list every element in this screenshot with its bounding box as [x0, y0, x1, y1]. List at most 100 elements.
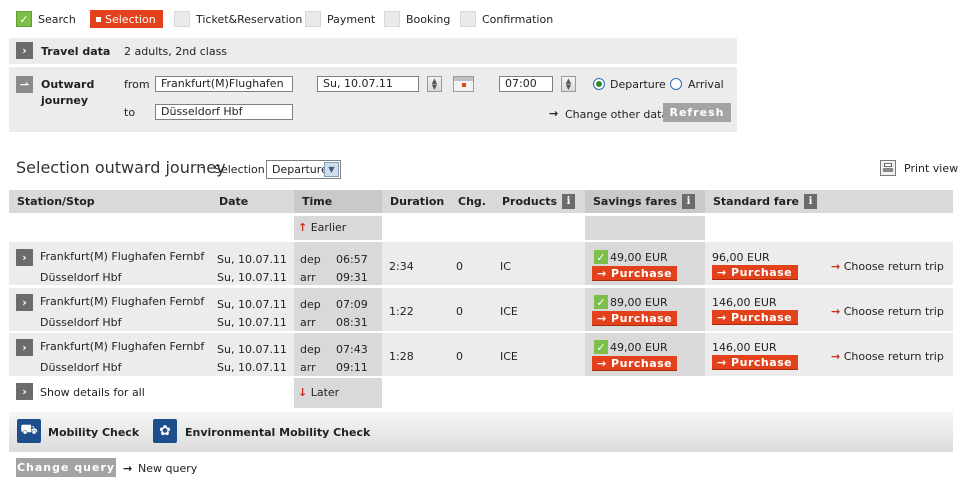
- calendar-icon[interactable]: [453, 76, 474, 92]
- product: ICE: [500, 305, 518, 318]
- printer-icon[interactable]: [880, 160, 896, 176]
- time-stepper-icon[interactable]: ▲ ▼: [561, 76, 576, 92]
- step-selection-active: Selection: [90, 10, 163, 28]
- check-icon: ✓: [594, 340, 608, 354]
- standard-price: 146,00 EUR: [712, 296, 777, 309]
- print-view-link[interactable]: Print view: [904, 162, 958, 175]
- date-stepper-icon[interactable]: ▲ ▼: [427, 76, 442, 92]
- arrow-right-icon: →: [717, 310, 732, 324]
- col-products-label: Products: [502, 195, 558, 208]
- arrow-right-icon: →: [597, 356, 612, 370]
- row-from: Frankfurt(M) Flughafen Fernbf: [40, 340, 205, 353]
- table-row: [9, 242, 953, 285]
- env-mobility-check-link[interactable]: Environmental Mobility Check: [185, 426, 370, 439]
- step-selection: Selection: [90, 10, 163, 28]
- product: ICE: [500, 350, 518, 363]
- changes: 0: [456, 260, 463, 273]
- col-duration-label: Duration: [390, 195, 445, 208]
- savings-purchase-button[interactable]: → Purchase: [592, 311, 677, 326]
- mobility-check-link[interactable]: Mobility Check: [48, 426, 139, 439]
- choose-return-link[interactable]: → Choose return trip: [831, 260, 944, 273]
- col-station-label: Station/Stop: [17, 195, 95, 208]
- chevron-right-icon[interactable]: ›: [16, 339, 33, 356]
- step-confirmation-label: Confirmation: [482, 12, 554, 26]
- show-details-link[interactable]: Show details for all: [40, 386, 145, 399]
- standard-purchase-button[interactable]: → Purchase: [712, 355, 798, 370]
- train-icon: ⇀: [16, 76, 33, 93]
- standard-purchase-button[interactable]: → Purchase: [712, 265, 798, 280]
- col-standard: Standard fare i: [705, 190, 953, 213]
- standard-price: 146,00 EUR: [712, 341, 777, 354]
- to-label: to: [124, 106, 136, 119]
- new-query-link[interactable]: New query: [138, 462, 197, 475]
- arrow-right-icon: →: [831, 260, 841, 273]
- savings-purchase-button[interactable]: → Purchase: [592, 266, 677, 281]
- step-confirmation: Confirmation: [460, 10, 553, 28]
- arr-time: 09:11: [336, 361, 368, 374]
- col-savings: Savings fares i: [585, 190, 705, 213]
- outward-label-line1: Outward: [41, 78, 95, 91]
- arr-label: arr: [300, 271, 316, 284]
- change-query-button[interactable]: Change query: [16, 458, 116, 477]
- info-icon[interactable]: i: [682, 194, 696, 209]
- arr-label: arr: [300, 361, 316, 374]
- time-input[interactable]: 07:00: [499, 76, 553, 92]
- choose-return-label: Choose return trip: [843, 350, 944, 363]
- choose-return-link[interactable]: → Choose return trip: [831, 350, 944, 363]
- col-chg: Chg.: [450, 190, 494, 213]
- step-payment: Payment: [305, 10, 375, 28]
- purchase-label: Purchase: [731, 310, 793, 324]
- row-date-dep: Su, 10.07.11: [217, 253, 287, 266]
- info-icon[interactable]: i: [562, 194, 576, 209]
- to-input[interactable]: Düsseldorf Hbf: [155, 104, 293, 120]
- step-payment-label: Payment: [327, 12, 376, 26]
- dep-time: 06:57: [336, 253, 368, 266]
- flower-icon: ✿: [153, 419, 177, 443]
- duration: 1:22: [389, 305, 414, 318]
- arr-time: 08:31: [336, 316, 368, 329]
- step-search[interactable]: ✓ Search: [16, 10, 76, 28]
- date-input[interactable]: Su, 10.07.11: [317, 76, 419, 92]
- selection-title: Selection outward journey: [16, 158, 226, 177]
- row-to: Düsseldorf Hbf: [40, 271, 122, 284]
- row-to: Düsseldorf Hbf: [40, 361, 122, 374]
- arrival-label: Arrival: [688, 78, 724, 91]
- title-dash: -: [200, 160, 205, 175]
- check-icon: ✓: [594, 250, 608, 264]
- row-date-arr: Su, 10.07.11: [217, 316, 287, 329]
- arrival-radio[interactable]: [670, 78, 682, 90]
- travel-data-panel: [9, 38, 737, 64]
- change-other-data-link[interactable]: Change other data: [565, 108, 668, 121]
- chevron-right-icon[interactable]: ›: [16, 383, 33, 400]
- check-icon: ✓: [16, 11, 32, 27]
- choose-return-label: Choose return trip: [843, 260, 944, 273]
- selection-dropdown[interactable]: Departure ▼: [266, 160, 341, 179]
- col-date-label: Date: [219, 195, 249, 208]
- choose-return-link[interactable]: → Choose return trip: [831, 305, 944, 318]
- earlier-link[interactable]: ↑ Earlier: [298, 221, 346, 234]
- savings-price: 49,00 EUR: [610, 341, 668, 354]
- arr-time: 09:31: [336, 271, 368, 284]
- refresh-button[interactable]: Refresh: [663, 103, 731, 122]
- chevron-right-icon[interactable]: ›: [16, 42, 33, 59]
- departure-radio[interactable]: [593, 78, 605, 90]
- purchase-label: Purchase: [611, 311, 673, 325]
- col-savings-label: Savings fares: [593, 195, 678, 208]
- savings-price: 49,00 EUR: [610, 251, 668, 264]
- departure-label: Departure: [610, 78, 666, 91]
- chevron-right-icon[interactable]: ›: [16, 294, 33, 311]
- standard-purchase-button[interactable]: → Purchase: [712, 310, 798, 325]
- later-link[interactable]: ↓ Later: [298, 386, 339, 399]
- changes: 0: [456, 350, 463, 363]
- chevron-right-icon[interactable]: ›: [16, 249, 33, 266]
- duration: 2:34: [389, 260, 414, 273]
- arrow-right-icon: →: [123, 462, 133, 475]
- from-input[interactable]: Frankfurt(M)Flughafen: [155, 76, 293, 92]
- step-booking-label: Booking: [406, 12, 451, 26]
- info-icon[interactable]: i: [803, 194, 817, 209]
- row-date-arr: Su, 10.07.11: [217, 361, 287, 374]
- row-from: Frankfurt(M) Flughafen Fernbf: [40, 250, 205, 263]
- savings-purchase-button[interactable]: → Purchase: [592, 356, 677, 371]
- arr-label: arr: [300, 316, 316, 329]
- outward-label-line2: journey: [41, 94, 89, 107]
